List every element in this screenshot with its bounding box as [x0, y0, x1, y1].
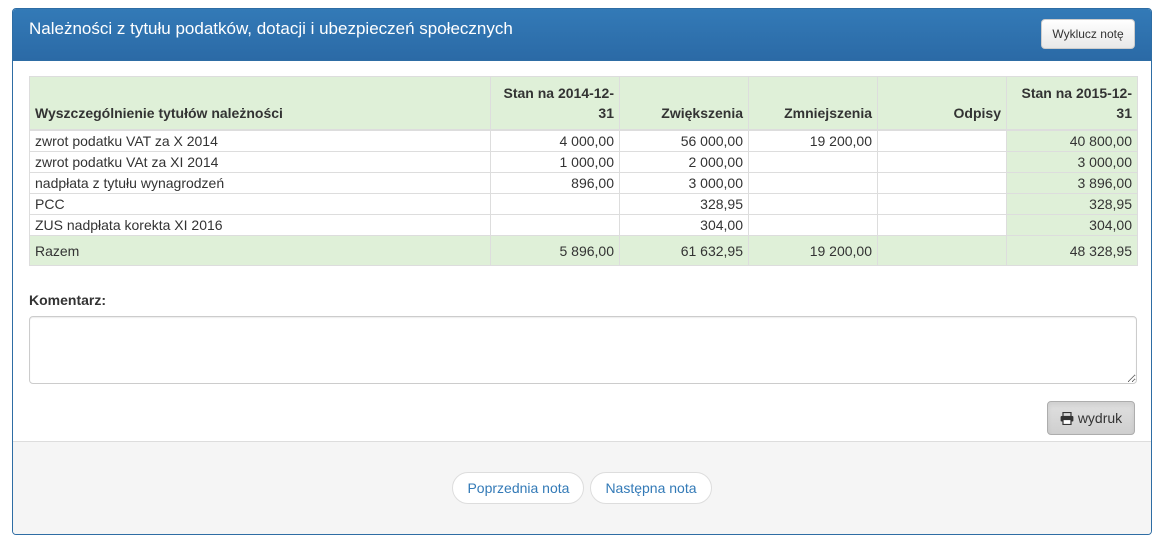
- cell-decreases: [748, 214, 878, 236]
- cell-closing-balance: 3 896,00: [1006, 172, 1138, 194]
- print-row: wydruk: [29, 387, 1135, 443]
- column-header-opening-balance: Stan na 2014-12-31: [490, 76, 620, 131]
- total-closing-balance: 48 328,95: [1006, 235, 1138, 266]
- table-header-row: Wyszczególnienie tytułów należności Stan…: [29, 76, 1138, 131]
- previous-note-button[interactable]: Poprzednia nota: [452, 472, 585, 504]
- cell-write-offs: [877, 151, 1007, 173]
- cell-description: ZUS nadpłata korekta XI 2016: [29, 214, 491, 236]
- cell-increases: 3 000,00: [619, 172, 749, 194]
- panel-body: Wyszczególnienie tytułów należności Stan…: [13, 61, 1151, 443]
- cell-description: zwrot podatku VAT za X 2014: [29, 129, 491, 152]
- table-total-row: Razem 5 896,00 61 632,95 19 200,00 48 32…: [29, 235, 1138, 266]
- cell-closing-balance: 304,00: [1006, 214, 1138, 236]
- note-panel: Należności z tytułu podatków, dotacji i …: [12, 8, 1152, 535]
- print-icon: [1060, 411, 1074, 425]
- table-row: nadpłata z tytułu wynagrodzeń 896,00 3 0…: [29, 172, 1138, 194]
- cell-opening-balance: 1 000,00: [490, 151, 620, 173]
- cell-increases: 304,00: [619, 214, 749, 236]
- column-header-write-offs: Odpisy: [877, 76, 1007, 131]
- cell-description: zwrot podatku VAt za XI 2014: [29, 151, 491, 173]
- column-header-closing-balance: Stan na 2015-12-31: [1006, 76, 1138, 131]
- panel-heading: Należności z tytułu podatków, dotacji i …: [13, 9, 1151, 61]
- cell-opening-balance: 896,00: [490, 172, 620, 194]
- comment-label: Komentarz:: [29, 292, 107, 308]
- cell-decreases: 19 200,00: [748, 129, 878, 152]
- cell-increases: 328,95: [619, 193, 749, 215]
- cell-closing-balance: 40 800,00: [1006, 129, 1138, 152]
- cell-write-offs: [877, 129, 1007, 152]
- exclude-note-button[interactable]: Wyklucz notę: [1041, 19, 1135, 49]
- cell-closing-balance: 328,95: [1006, 193, 1138, 215]
- panel-title: Należności z tytułu podatków, dotacji i …: [29, 19, 513, 38]
- table-row: ZUS nadpłata korekta XI 2016 304,00 304,…: [29, 214, 1138, 236]
- cell-write-offs: [877, 214, 1007, 236]
- table-row: zwrot podatku VAt za XI 2014 1 000,00 2 …: [29, 151, 1138, 173]
- cell-description: PCC: [29, 193, 491, 215]
- pager: Poprzednia nota Następna nota: [13, 472, 1151, 504]
- panel-footer: Poprzednia nota Następna nota: [13, 441, 1151, 534]
- total-label: Razem: [29, 235, 491, 266]
- cell-increases: 56 000,00: [619, 129, 749, 152]
- cell-opening-balance: [490, 214, 620, 236]
- total-opening-balance: 5 896,00: [490, 235, 620, 266]
- cell-increases: 2 000,00: [619, 151, 749, 173]
- column-header-increases: Zwiększenia: [619, 76, 749, 131]
- print-button[interactable]: wydruk: [1047, 401, 1135, 435]
- receivables-table: Wyszczególnienie tytułów należności Stan…: [29, 76, 1138, 266]
- total-write-offs: [877, 235, 1007, 266]
- cell-description: nadpłata z tytułu wynagrodzeń: [29, 172, 491, 194]
- total-increases: 61 632,95: [619, 235, 749, 266]
- cell-opening-balance: [490, 193, 620, 215]
- cell-decreases: [748, 151, 878, 173]
- table-row: zwrot podatku VAT za X 2014 4 000,00 56 …: [29, 129, 1138, 152]
- print-button-label: wydruk: [1077, 410, 1123, 426]
- cell-opening-balance: 4 000,00: [490, 129, 620, 152]
- next-note-button[interactable]: Następna nota: [590, 472, 712, 504]
- comment-textarea[interactable]: [29, 316, 1137, 384]
- cell-write-offs: [877, 193, 1007, 215]
- column-header-decreases: Zmniejszenia: [748, 76, 878, 131]
- cell-decreases: [748, 172, 878, 194]
- cell-closing-balance: 3 000,00: [1006, 151, 1138, 173]
- column-header-description: Wyszczególnienie tytułów należności: [29, 76, 491, 131]
- cell-write-offs: [877, 172, 1007, 194]
- total-decreases: 19 200,00: [748, 235, 878, 266]
- cell-decreases: [748, 193, 878, 215]
- table-row: PCC 328,95 328,95: [29, 193, 1138, 215]
